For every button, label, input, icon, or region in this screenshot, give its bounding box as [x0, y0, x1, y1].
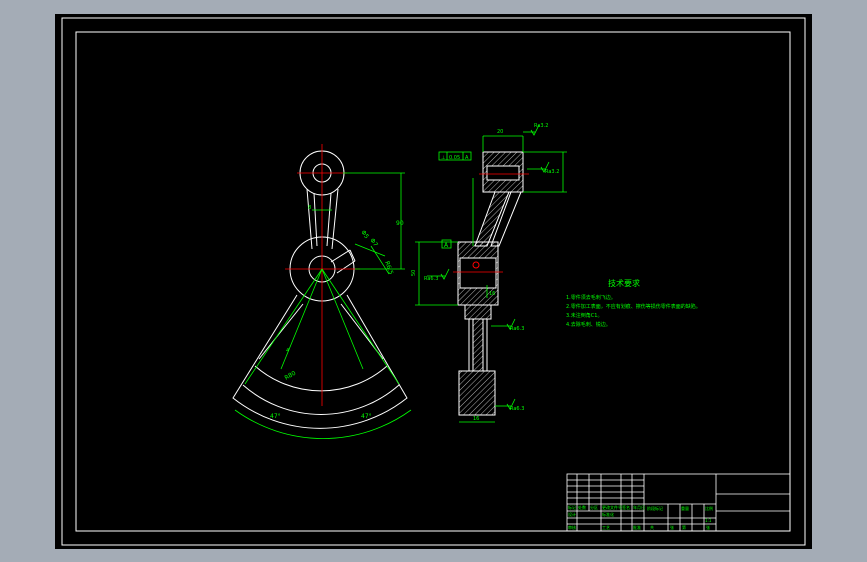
tb-no: 第: [682, 524, 686, 530]
dim-diag-label-2: Φ7: [368, 237, 379, 248]
dim-vertical-label: 90: [396, 220, 404, 227]
tb-scale: 1:1: [705, 518, 712, 523]
title-block-frame: [566, 473, 791, 532]
dim-leader-tab: [354, 243, 386, 257]
hub-tab-edge-1: [330, 249, 351, 263]
dim-ray-mid-left: [280, 268, 323, 370]
arm-section-left: [474, 191, 510, 247]
tb-process: 工艺: [602, 525, 610, 530]
tb-count: 处数: [578, 504, 586, 510]
tb-sign: 签名: [622, 504, 630, 510]
dim-d-label: 16: [489, 291, 495, 297]
dim-angle-left-label: 47°: [270, 413, 281, 420]
dim-ray-mid-right: [321, 268, 364, 370]
cad-viewport[interactable]: 90 Φ5 Φ7 R6.5 8 47° 47° R80 4 20 Ra3.2 ⊥…: [55, 14, 812, 549]
sector-arc-inner-2: [254, 365, 388, 392]
ra-top-label: Ra3.2: [534, 123, 548, 129]
top-boss-bore: [486, 165, 520, 181]
ra-bottom-label: Ra6.3: [510, 406, 524, 412]
ra-mid-label: Ra3.2: [545, 169, 559, 175]
tol-symbol: ⊥: [441, 155, 445, 161]
sector-outline: [232, 294, 408, 429]
ra-left-symbol: [440, 268, 450, 280]
tb-date: 年月日: [633, 504, 645, 510]
tech-req-title: 技术要求: [608, 278, 640, 288]
tech-req-line-1: 1.零件须去毛刺飞边。: [566, 294, 616, 301]
dim-inner-label: 4: [286, 348, 289, 354]
tech-req-line-4: 4.去除毛刺、锐边。: [566, 321, 611, 328]
rim-section: [458, 370, 496, 416]
tech-req-line-2: 2.零件加工表面，不应有划痕、擦伤等损伤零件表面的缺陷。: [566, 303, 701, 310]
tb-approve: 批准: [633, 524, 641, 530]
cad-drawing: 90 Φ5 Φ7 R6.5 8 47° 47° R80 4 20 Ra3.2 ⊥…: [61, 17, 806, 546]
dim-radius-label: R80: [284, 370, 298, 382]
dim-small-label: 8: [308, 205, 311, 211]
ra-low-label: Ra6.3: [510, 326, 524, 332]
front-view: 90 Φ5 Φ7 R6.5 8 47° 47° R80 4: [232, 144, 412, 439]
dim-top-width-label: 20: [497, 129, 503, 135]
dim-diag-label-1: Φ5: [359, 229, 370, 240]
tb-weight: 重量: [681, 505, 689, 511]
tol-datum: A: [465, 155, 469, 161]
tb-zone: 分区: [590, 504, 598, 510]
tb-total: 共: [650, 524, 654, 530]
dim-ray-left: [244, 268, 323, 385]
tb-review: 审核: [568, 524, 576, 530]
hub-tab-edge-2: [336, 260, 356, 274]
dim-h-label: 50: [411, 270, 417, 276]
tb-change-doc: 更改文件号: [602, 504, 622, 510]
tb-design: 设计: [568, 511, 576, 517]
tech-req-line-3: 3.未注倒角C1。: [566, 312, 602, 319]
tb-mark: 标记: [568, 504, 576, 510]
ra-left-label: Ra6.3: [424, 276, 438, 282]
tb-sheets-2: 张: [706, 524, 710, 530]
title-block: 标记 处数 分区 更改文件号 签名 年月日 设计 标准化 审核 工艺 批准 阶段…: [566, 473, 791, 532]
technical-requirements: 技术要求 1.零件须去毛刺飞边。 2.零件加工表面，不应有划痕、擦伤等损伤零件表…: [566, 278, 701, 328]
web-section: [464, 304, 492, 320]
tb-ratio: 比例: [705, 505, 713, 511]
tb-standard: 标准化: [602, 511, 614, 517]
tb-sheets-1: 张: [670, 524, 674, 530]
dim-low-label: 16: [473, 416, 479, 422]
tol-value: 0.05: [449, 155, 460, 161]
dim-angle-right-label: 47°: [361, 413, 372, 420]
web-stem-core: [472, 318, 484, 372]
side-view: 20 Ra3.2 ⊥ 0.05 A Ra3.2 Ra6.3 Ra6.3 Ra6.…: [411, 123, 567, 423]
sector-arc-inner-1: [242, 384, 400, 415]
tb-stage: 阶段标记: [647, 505, 663, 511]
dim-ray-right: [321, 268, 400, 385]
